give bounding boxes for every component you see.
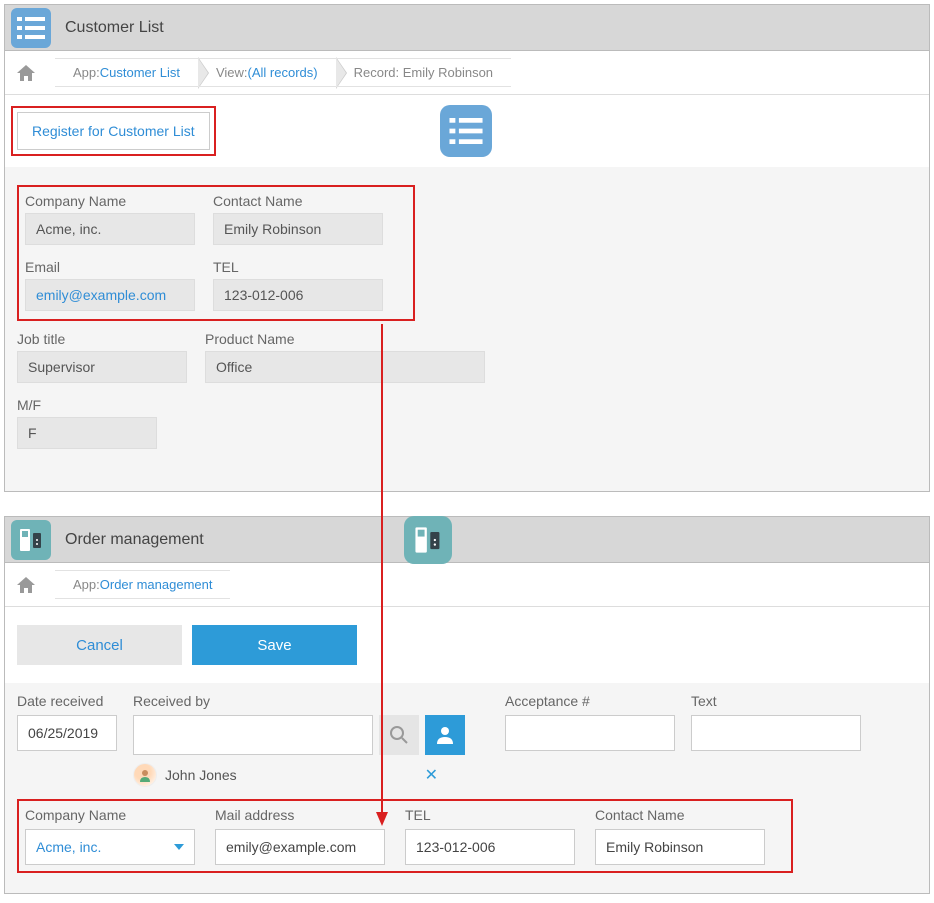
contact-name-label: Contact Name [213, 193, 383, 209]
breadcrumb-view-label: View: [216, 65, 248, 80]
email-value[interactable]: emily@example.com [25, 279, 195, 311]
product-name-label: Product Name [205, 331, 485, 347]
cancel-button[interactable]: Cancel [17, 625, 182, 665]
highlighted-fields: Company Name Acme, inc. Contact Name Emi… [17, 185, 415, 321]
mapped-fields: Company Name Acme, inc. Mail address TEL… [17, 799, 793, 873]
breadcrumb-app-link[interactable]: Customer List [100, 65, 180, 80]
breadcrumb-record: Record: Emily Robinson [336, 58, 511, 87]
avatar [133, 763, 157, 787]
company-name-label: Company Name [25, 193, 195, 209]
save-button[interactable]: Save [192, 625, 357, 665]
user-picker-icon[interactable] [425, 715, 465, 755]
customer-list-panel: Customer List App: Customer List View: (… [4, 4, 930, 492]
list-app-icon [11, 8, 51, 48]
panel-header-bottom: Order management [5, 517, 929, 563]
company-dropdown[interactable]: Acme, inc. [25, 829, 195, 865]
text-label: Text [691, 693, 861, 709]
tel-label: TEL [213, 259, 383, 275]
user-chip-name: John Jones [165, 767, 237, 783]
register-button[interactable]: Register for Customer List [17, 112, 210, 150]
contact-input[interactable] [595, 829, 765, 865]
phone-app-icon-large [404, 516, 452, 564]
breadcrumb-view[interactable]: View: (All records) [198, 58, 336, 87]
received-by-input[interactable] [133, 715, 373, 755]
breadcrumb-bar: App: Customer List View: (All records) R… [5, 51, 929, 95]
toolbar: Register for Customer List [5, 95, 929, 167]
mf-label: M/F [17, 397, 157, 413]
user-chip: John Jones ✕ [133, 763, 465, 787]
company-name-label-b: Company Name [25, 807, 195, 823]
tel-label-b: TEL [405, 807, 575, 823]
company-dropdown-value: Acme, inc. [36, 839, 101, 855]
job-title-label: Job title [17, 331, 187, 347]
breadcrumb-app[interactable]: App: Customer List [55, 58, 198, 87]
record-detail: Company Name Acme, inc. Contact Name Emi… [5, 167, 929, 491]
email-label: Email [25, 259, 195, 275]
search-icon[interactable] [379, 715, 419, 755]
home-icon[interactable] [17, 64, 35, 82]
text-input[interactable] [691, 715, 861, 751]
remove-user-icon[interactable]: ✕ [425, 765, 438, 785]
acceptance-input[interactable] [505, 715, 675, 751]
mail-input[interactable] [215, 829, 385, 865]
form-area: Date received Received by [5, 683, 929, 893]
acceptance-label: Acceptance # [505, 693, 675, 709]
action-bar: Cancel Save [5, 607, 929, 683]
breadcrumb-app-label: App: [73, 65, 100, 80]
order-management-panel: Order management App: Order management C… [4, 516, 930, 894]
home-icon[interactable] [17, 576, 35, 594]
breadcrumb-app-label: App: [73, 577, 100, 592]
tel-value: 123-012-006 [213, 279, 383, 311]
breadcrumb-bar-bottom: App: Order management [5, 563, 929, 607]
mf-value: F [17, 417, 157, 449]
product-name-value: Office [205, 351, 485, 383]
received-by-label: Received by [133, 693, 465, 709]
tel-input[interactable] [405, 829, 575, 865]
job-title-value: Supervisor [17, 351, 187, 383]
breadcrumb-app-link[interactable]: Order management [100, 577, 213, 592]
breadcrumb-view-link[interactable]: (All records) [248, 65, 318, 80]
chevron-down-icon [174, 844, 184, 850]
panel-title-bottom: Order management [65, 531, 204, 549]
company-name-value: Acme, inc. [25, 213, 195, 245]
panel-header: Customer List [5, 5, 929, 51]
date-received-label: Date received [17, 693, 117, 709]
date-received-input[interactable] [17, 715, 117, 751]
mail-label: Mail address [215, 807, 385, 823]
breadcrumb-app-bottom[interactable]: App: Order management [55, 570, 230, 599]
breadcrumb-record-label: Record: Emily Robinson [354, 65, 493, 80]
list-app-icon-large [440, 105, 492, 157]
contact-label-b: Contact Name [595, 807, 765, 823]
contact-name-value: Emily Robinson [213, 213, 383, 245]
phone-app-icon [11, 520, 51, 560]
panel-title: Customer List [65, 19, 164, 37]
